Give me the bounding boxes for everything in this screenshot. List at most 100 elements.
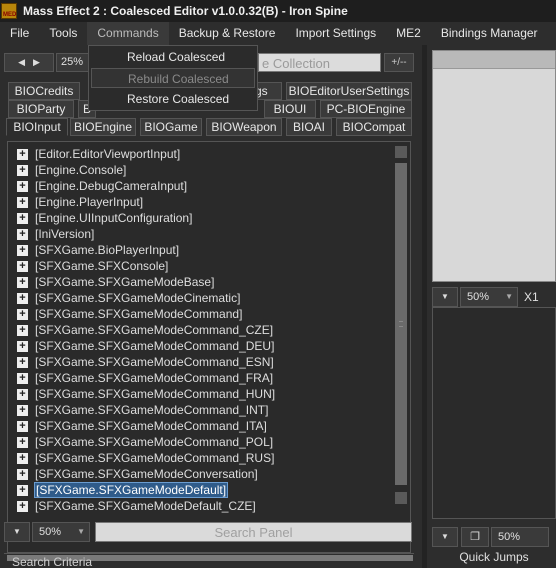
expand-icon[interactable]: +: [17, 484, 28, 496]
expand-icon[interactable]: +: [17, 324, 28, 336]
vertical-scrollbar[interactable]: [395, 146, 407, 546]
right-toolbar-1: ▼ 50% ▼ X1: [432, 287, 539, 307]
tree-item[interactable]: + [SFXGame.SFXGameModeCommand_HUN]: [17, 386, 276, 402]
dropdown-icon[interactable]: ▼: [432, 287, 458, 307]
expand-icon[interactable]: +: [17, 500, 28, 512]
tree-item[interactable]: + [SFXGame.SFXGameModeDefault_CZE]: [17, 498, 257, 514]
tab-bioai[interactable]: BIOAI: [286, 118, 332, 136]
tree-item-label: [SFXGame.SFXGameModeCommand_DEU]: [35, 339, 275, 353]
restore-coalesced-item[interactable]: Restore Coalesced: [91, 89, 255, 109]
tab-bioweapon[interactable]: BIOWeapon: [206, 118, 282, 136]
expand-icon[interactable]: +: [17, 180, 28, 192]
tree-item[interactable]: + [IniVersion]: [17, 226, 95, 242]
search-criteria-label: Search Criteria: [4, 553, 414, 568]
tree-item[interactable]: + [SFXGame.SFXGameModeCinematic]: [17, 290, 241, 306]
search-panel-input[interactable]: Search Panel: [95, 522, 412, 542]
expand-icon[interactable]: +: [17, 420, 28, 432]
expand-icon[interactable]: +: [17, 228, 28, 240]
add-remove-button[interactable]: +/--: [384, 53, 414, 72]
expand-icon[interactable]: +: [17, 148, 28, 160]
tree-item[interactable]: + [SFXGame.BioPlayerInput]: [17, 242, 180, 258]
tree-item[interactable]: + [SFXGame.SFXGameModeConversation]: [17, 466, 259, 482]
scroll-up-icon[interactable]: [395, 146, 407, 158]
tab-bioengine[interactable]: BIOEngine: [70, 118, 136, 136]
right-zoom-select-1[interactable]: 50% ▼: [460, 287, 518, 307]
menu-import-settings[interactable]: Import Settings: [285, 22, 386, 45]
tree-item[interactable]: + [Engine.UIInputConfiguration]: [17, 210, 193, 226]
tree-item-label: [SFXGame.SFXGameModeCommand_HUN]: [35, 387, 276, 401]
tree-item[interactable]: + [SFXGame.SFXGameModeCommand_RUS]: [17, 450, 275, 466]
tree-item[interactable]: + [SFXGame.SFXGameModeCommand_ESN]: [17, 354, 275, 370]
right-zoom-select-2[interactable]: 50%: [491, 526, 549, 547]
tree-item-label: [Engine.Console]: [35, 163, 127, 177]
tree-item[interactable]: + [SFXGame.SFXGameModeCommand_FRA]: [17, 370, 274, 386]
expand-icon[interactable]: +: [17, 260, 28, 272]
tree-item[interactable]: + [SFXGame.SFXGameModeCommand_CZE]: [17, 322, 274, 338]
tree-item[interactable]: + [Engine.PlayerInput]: [17, 194, 144, 210]
tree-item-label: [SFXGame.SFXGameModeCommand_FRA]: [35, 371, 274, 385]
tree-item-label: [Editor.EditorViewportInput]: [35, 147, 181, 161]
expand-icon[interactable]: +: [17, 244, 28, 256]
tree-item[interactable]: + [Engine.DebugCameraInput]: [17, 178, 188, 194]
tab-pc-bioengine[interactable]: PC-BIOEngine: [320, 100, 412, 118]
grip-icon: [399, 321, 403, 327]
tree-item[interactable]: + [SFXGame.SFXGameModeDefault]: [17, 482, 229, 498]
menu-bindings-manager[interactable]: Bindings Manager: [431, 22, 548, 45]
tree-item[interactable]: + [SFXGame.SFXGameModeBase]: [17, 274, 215, 290]
expand-icon[interactable]: +: [17, 356, 28, 368]
expand-icon[interactable]: +: [17, 436, 28, 448]
tab-biocompat[interactable]: BIOCompat: [336, 118, 412, 136]
tab-biogame[interactable]: BIOGame: [140, 118, 202, 136]
expand-icon[interactable]: +: [17, 452, 28, 464]
tab-bioui[interactable]: BIOUI: [264, 100, 316, 118]
expand-icon[interactable]: +: [17, 308, 28, 320]
tree-item[interactable]: + [SFXGame.SFXGameModeCommand]: [17, 306, 243, 322]
tree-item[interactable]: + [SFXGame.SFXConsole]: [17, 258, 169, 274]
dropdown-icon[interactable]: ▼: [432, 526, 458, 547]
tab-bioeditorusersettings[interactable]: BIOEditorUserSettings: [286, 82, 412, 100]
tree-item-label: [SFXGame.SFXGameModeCommand_RUS]: [35, 451, 275, 465]
tab-bioparty[interactable]: BIOParty: [8, 100, 74, 118]
section-tree: + [Editor.EditorViewportInput] + [Engine.Co…: [7, 141, 411, 553]
expand-icon[interactable]: +: [17, 388, 28, 400]
tree-item-label: [SFXGame.SFXGameModeCinematic]: [35, 291, 241, 305]
tree-item[interactable]: + [SFXGame.SFXGameModeCommand_ITA]: [17, 418, 268, 434]
tab-biocredits[interactable]: BIOCredits: [8, 82, 80, 100]
reload-coalesced-item[interactable]: Reload Coalesced: [91, 47, 255, 67]
menu-tools[interactable]: Tools: [39, 22, 87, 45]
expand-icon[interactable]: +: [17, 292, 28, 304]
forward-icon[interactable]: ▶: [33, 57, 40, 68]
tree-item-label: [SFXGame.SFXGameModeBase]: [35, 275, 215, 289]
menu-commands[interactable]: Commands: [87, 22, 169, 45]
tree-item-label: [SFXGame.SFXGameModeCommand]: [35, 307, 243, 321]
expand-icon[interactable]: +: [17, 372, 28, 384]
detail-pane: [432, 307, 556, 519]
window-icon[interactable]: ❐: [461, 526, 489, 547]
rebuild-coalesced-item[interactable]: Rebuild Coalesced: [91, 68, 255, 88]
scroll-down-icon[interactable]: [395, 492, 407, 504]
expand-icon[interactable]: +: [17, 212, 28, 224]
tree-item[interactable]: + [Editor.EditorViewportInput]: [17, 146, 181, 162]
scroll-thumb[interactable]: [395, 163, 407, 485]
expand-icon[interactable]: +: [17, 276, 28, 288]
search-zoom-select[interactable]: 50% ▼: [32, 522, 90, 542]
expand-icon[interactable]: +: [17, 468, 28, 480]
dropdown-icon[interactable]: ▼: [4, 522, 30, 542]
expand-icon[interactable]: +: [17, 164, 28, 176]
tree-item[interactable]: + [SFXGame.SFXGameModeCommand_DEU]: [17, 338, 275, 354]
zoom-level[interactable]: 25%: [56, 53, 90, 72]
expand-icon[interactable]: +: [17, 196, 28, 208]
tree-item[interactable]: + [Engine.Console]: [17, 162, 127, 178]
tab-bioinput[interactable]: BIOInput: [6, 118, 68, 136]
expand-icon[interactable]: +: [17, 404, 28, 416]
chevron-down-icon: ▼: [505, 292, 513, 301]
expand-icon[interactable]: +: [17, 340, 28, 352]
menu-file[interactable]: File: [0, 22, 39, 45]
menu-me2[interactable]: ME2: [386, 22, 431, 45]
back-icon[interactable]: ◀: [18, 57, 25, 68]
tree-item[interactable]: + [SFXGame.SFXGameModeCommand_INT]: [17, 402, 269, 418]
tree-item[interactable]: + [SFXGame.SFXGameModeCommand_POL]: [17, 434, 274, 450]
collection-input[interactable]: e Collection: [258, 53, 381, 72]
tree-item-label: [Engine.DebugCameraInput]: [35, 179, 188, 193]
menu-backup-restore[interactable]: Backup & Restore: [169, 22, 286, 45]
